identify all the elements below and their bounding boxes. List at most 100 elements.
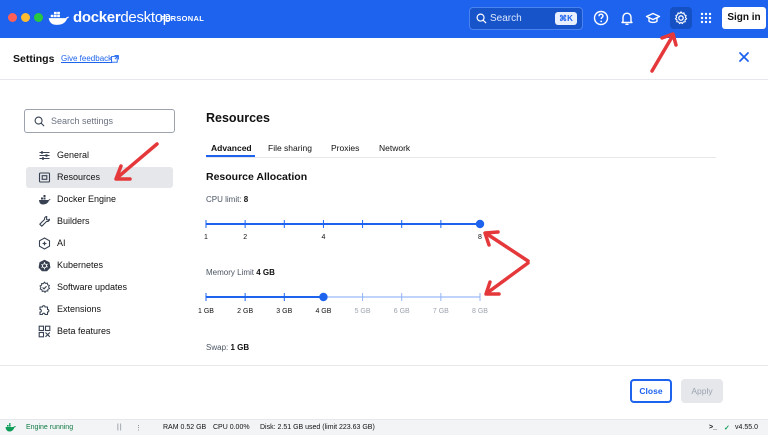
tab-advanced[interactable]: Advanced [211, 143, 252, 153]
settings-gear-button[interactable] [670, 7, 692, 29]
sidebar-item-label: Resources [57, 172, 101, 182]
settings-title: Settings [13, 53, 55, 65]
window-minimize-button[interactable] [21, 13, 30, 22]
sidebar-item-label: Builders [57, 216, 90, 226]
plan-badge: PERSONAL [160, 14, 205, 23]
settings-header: Settings Give feedback [0, 38, 768, 80]
status-bar: Engine running || ⋮ RAM 0.52 GB CPU 0.00… [0, 419, 768, 435]
slider-thumb [475, 219, 485, 229]
ram-usage: RAM 0.52 GB [163, 424, 207, 431]
logo-brand-text: docker [73, 9, 121, 26]
section-title: Resource Allocation [206, 171, 308, 183]
sidebar-item-software-updates[interactable]: Software updates [26, 277, 173, 298]
swap-value: 1 GB [230, 343, 250, 352]
docker-desktop-logo: dockerdesktop [48, 9, 171, 26]
slider-tick-label: 4 GB [315, 308, 332, 315]
resources-icon [38, 171, 51, 184]
beta-icon [38, 325, 51, 338]
sidebar-item-kubernetes[interactable]: Kubernetes [26, 255, 173, 276]
update-icon [38, 281, 51, 294]
page-title: Resources [206, 111, 270, 125]
tab-divider [206, 157, 716, 158]
active-tab-indicator [206, 155, 255, 157]
give-feedback-link[interactable]: Give feedback [61, 54, 112, 63]
slider-tick-label: 1 GB [198, 308, 214, 315]
arrow-to-memory-max-icon [484, 261, 530, 296]
checkmark-icon: ✓ [724, 425, 730, 432]
sidebar-item-builders[interactable]: Builders [26, 211, 173, 232]
settings-search-input[interactable]: Search settings [24, 109, 175, 133]
apply-button[interactable]: Apply [681, 379, 723, 403]
memory-limit-label-text: Memory Limit [206, 268, 255, 277]
close-button[interactable]: Close [630, 379, 672, 403]
more-options-icon[interactable]: ⋮ [135, 424, 142, 432]
slider-tick-label: 6 GB [393, 308, 410, 315]
help-icon[interactable] [592, 9, 610, 27]
kubernetes-icon [38, 259, 51, 272]
cpu-usage: CPU 0.00% [213, 424, 250, 431]
window-zoom-button[interactable] [34, 13, 43, 22]
engine-status[interactable]: Engine running [26, 424, 73, 431]
sidebar-item-label: Software updates [57, 282, 128, 292]
search-shortcut-badge: ⌘K [555, 12, 577, 25]
sidebar-item-label: Beta features [57, 326, 111, 336]
tab-proxies[interactable]: Proxies [331, 143, 359, 153]
slider-tick-label: 5 GB [354, 308, 371, 315]
sign-in-button[interactable]: Sign in [722, 7, 766, 29]
close-settings-icon[interactable] [737, 50, 751, 64]
external-link-icon [111, 55, 119, 63]
memory-limit-label: Memory Limit 4 GB [206, 268, 275, 277]
settings-search-placeholder: Search settings [51, 116, 114, 126]
slider-tick-label: 7 GB [432, 308, 449, 315]
sliders-icon [38, 149, 51, 162]
slider-tick-label: 8 [478, 234, 482, 241]
cpu-limit-slider[interactable] [200, 215, 490, 235]
swap-label: Swap: 1 GB [206, 343, 249, 352]
memory-limit-slider[interactable] [200, 288, 490, 308]
version-label[interactable]: v4.55.0 [735, 424, 758, 431]
sidebar-item-label: Docker Engine [57, 194, 117, 204]
slider-thumb [319, 292, 328, 302]
engine-icon [38, 193, 51, 206]
slider-tick-label: 8 GB [472, 308, 488, 315]
sidebar-item-beta-features[interactable]: Beta features [26, 321, 173, 342]
pause-icon[interactable]: || [117, 424, 123, 431]
sidebar-item-extensions[interactable]: Extensions [26, 299, 173, 320]
sidebar-item-label: Extensions [57, 304, 102, 314]
engine-whale-icon [5, 423, 16, 432]
docker-whale-icon [48, 11, 70, 25]
slider-tick-label: 2 [243, 234, 248, 241]
tab-file-sharing[interactable]: File sharing [268, 143, 312, 153]
cpu-limit-value: 8 [243, 195, 249, 204]
search-icon [34, 116, 45, 127]
bell-icon[interactable] [618, 9, 636, 27]
cpu-limit-label-text: CPU limit: [206, 195, 242, 204]
search-icon [476, 13, 487, 24]
slider-tick-label: 2 GB [237, 308, 254, 315]
puzzle-icon [38, 303, 51, 316]
apps-grid-icon[interactable] [697, 9, 715, 27]
swap-label-text: Swap: [206, 343, 229, 352]
slider-tick-label: 3 GB [276, 308, 293, 315]
cpu-limit-label: CPU limit: 8 [206, 195, 248, 204]
search-placeholder: Search [490, 13, 522, 24]
sidebar-item-docker-engine[interactable]: Docker Engine [26, 189, 173, 210]
wrench-icon [38, 215, 51, 228]
arrow-to-cpu-max-icon [483, 230, 530, 263]
disk-usage: Disk: 2.51 GB used (limit 223.63 GB) [260, 424, 375, 431]
sidebar-item-ai[interactable]: AI [26, 233, 173, 254]
ai-icon [38, 237, 51, 250]
sidebar-item-resources[interactable]: Resources [26, 167, 173, 188]
title-bar: dockerdesktop PERSONAL Search ⌘K Sign in [0, 0, 768, 38]
window-close-button[interactable] [8, 13, 17, 22]
learn-icon[interactable] [644, 9, 662, 27]
sidebar-item-label: AI [57, 238, 66, 248]
sidebar-item-label: General [57, 150, 90, 160]
gear-icon [674, 11, 688, 25]
sidebar-item-general[interactable]: General [26, 145, 173, 166]
global-search-input[interactable]: Search ⌘K [469, 7, 583, 30]
tab-network[interactable]: Network [379, 143, 410, 153]
terminal-icon[interactable]: >_ [709, 424, 717, 431]
sidebar-item-label: Kubernetes [57, 260, 104, 270]
memory-limit-value: 4 GB [256, 268, 275, 277]
